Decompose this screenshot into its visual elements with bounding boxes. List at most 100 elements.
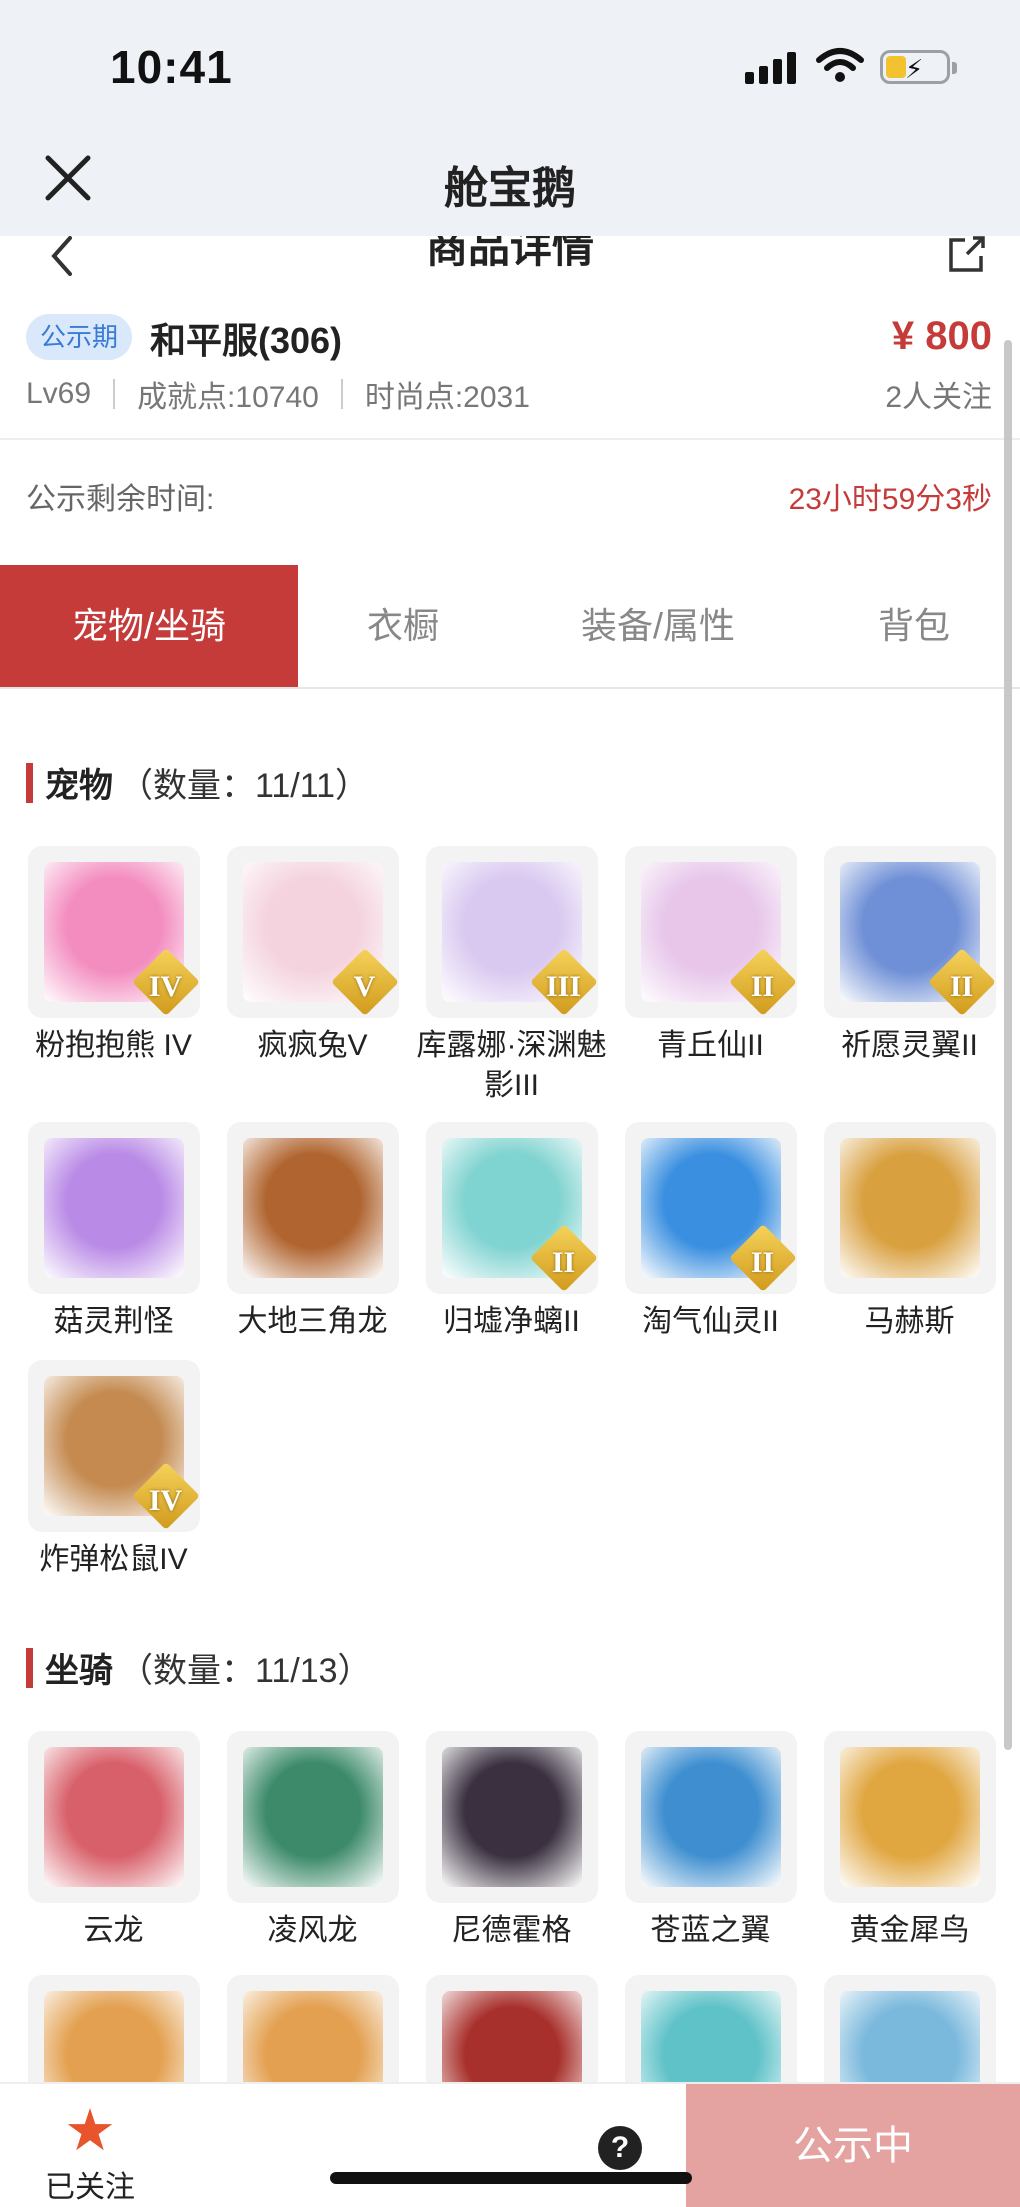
mount-item[interactable]: 尼德霍格 [412,1731,611,1951]
mount-item[interactable]: 黄金犀鸟 [810,1731,1009,1951]
pet-item[interactable]: 菇灵荆怪 [14,1122,213,1342]
app-title: 舱宝鹅 [444,164,576,213]
pet-thumbnail: IV [27,1360,200,1532]
section-name: 坐骑 [45,1652,113,1690]
pet-thumbnail [226,1122,399,1294]
divider [113,379,116,409]
server-name: 和平服(306) [150,320,343,361]
divider [340,379,343,409]
pet-item[interactable]: II 淘气仙灵II [611,1122,810,1342]
pet-item[interactable]: V 疯疯兔V [213,846,412,1066]
mount-name: 苍蓝之翼 [650,1914,771,1947]
tier-label: IV [148,970,183,1003]
battery-icon: ⚡ [880,50,957,84]
signal-icon [745,52,796,84]
divider [0,438,1020,440]
tab-pets-mounts[interactable]: 宠物/坐骑 [0,565,298,687]
pet-item[interactable]: III 库露娜·深渊魅影III [412,846,611,1106]
tier-label: II [750,1246,775,1279]
remaining-time-value: 23小时59分3秒 [788,483,992,516]
mount-thumbnail [27,1731,200,1903]
section-accent [26,1647,33,1688]
pet-name: 大地三角龙 [237,1305,388,1338]
pet-item[interactable]: 大地三角龙 [213,1122,412,1342]
wifi-icon [816,48,864,82]
follow-button[interactable]: ★ 已关注 [40,2100,140,2206]
follow-label: 已关注 [45,2171,135,2204]
pet-item[interactable]: II 祈愿灵翼II [810,846,1009,1066]
pet-name: 马赫斯 [864,1305,955,1338]
tier-label: II [949,970,974,1003]
scrollbar[interactable] [1004,340,1012,1750]
pet-item[interactable]: 马赫斯 [810,1122,1009,1342]
mount-thumbnail [823,1731,996,1903]
pet-name: 库露娜·深渊魅影III [416,1029,607,1102]
pet-name: 疯疯兔V [257,1029,368,1062]
pet-item[interactable]: II 归墟净螭II [412,1122,611,1342]
pet-thumbnail: IV [27,846,200,1018]
pet-name: 青丘仙II [657,1029,764,1062]
tab-wardrobe[interactable]: 衣橱 [298,565,508,687]
tier-label: III [545,970,582,1003]
mount-name: 黄金犀鸟 [849,1914,970,1947]
page-title: 商品详情 [425,236,594,271]
fashion-text: 时尚点:2031 [364,381,530,414]
pet-thumbnail: II [425,1122,598,1294]
publicity-status-button[interactable]: 公示中 [686,2084,1020,2207]
pet-thumbnail [823,1122,996,1294]
tier-label: II [551,1246,576,1279]
tier-label: IV [148,1484,183,1517]
price: ¥ 800 [891,314,992,358]
level-text: Lv69 [26,377,92,410]
mount-item[interactable]: 凌风龙 [213,1731,412,1951]
help-icon[interactable]: ? [598,2126,642,2170]
pet-image [839,1138,980,1278]
section-name: 宠物 [45,767,113,805]
pet-thumbnail: II [823,846,996,1018]
pet-thumbnail: V [226,846,399,1018]
tier-label: V [353,970,376,1003]
mount-name: 尼德霍格 [451,1914,572,1947]
mount-image [43,1747,184,1887]
mount-image [640,1747,781,1887]
tab-bag[interactable]: 背包 [808,565,1020,687]
mount-thumbnail [624,1731,797,1903]
section-count: （数量：11/13） [119,1652,372,1690]
app-header: 10:41 ⚡ 舱宝鹅 [0,0,1020,236]
mount-item[interactable]: 云龙 [14,1731,213,1951]
mount-image [242,1747,383,1887]
pet-name: 归墟净螭II [443,1305,580,1338]
mount-image [441,1747,582,1887]
status-time: 10:41 [110,41,233,93]
remaining-time-label: 公示剩余时间: [26,483,215,516]
character-stats: Lv69 成就点:10740 时尚点:2031 [26,372,530,416]
section-count: （数量：11/11） [119,767,370,805]
mount-thumbnail [425,1731,598,1903]
tab-bar: 宠物/坐骑 衣橱 装备/属性 背包 [0,565,1020,689]
pet-image [242,1138,383,1278]
tab-equipment[interactable]: 装备/属性 [508,565,808,687]
mount-thumbnail [226,1731,399,1903]
pet-thumbnail [27,1122,200,1294]
pets-section-title: 宠物 （数量：11/11） [26,758,369,807]
star-icon: ★ [64,2098,116,2163]
pet-thumbnail: III [425,846,598,1018]
pet-item[interactable]: IV 炸弹松鼠IV [14,1360,213,1580]
mount-item[interactable]: 苍蓝之翼 [611,1731,810,1951]
pet-name: 淘气仙灵II [642,1305,779,1338]
pet-item[interactable]: II 青丘仙II [611,846,810,1066]
pet-thumbnail: II [624,846,797,1018]
home-indicator [330,2172,692,2184]
achievement-text: 成就点:10740 [137,381,319,414]
pet-name: 祈愿灵翼II [841,1029,978,1062]
share-icon[interactable] [945,236,987,274]
pet-image [43,1138,184,1278]
mount-name: 凌风龙 [267,1914,358,1947]
pet-name: 粉抱抱熊 IV [35,1029,192,1062]
section-accent [26,762,33,803]
page-header: 商品详情 [0,236,1020,286]
mount-name: 云龙 [83,1914,144,1947]
pet-name: 炸弹松鼠IV [39,1543,188,1576]
mounts-section-title: 坐骑 （数量：11/13） [26,1643,372,1692]
pet-item[interactable]: IV 粉抱抱熊 IV [14,846,213,1066]
